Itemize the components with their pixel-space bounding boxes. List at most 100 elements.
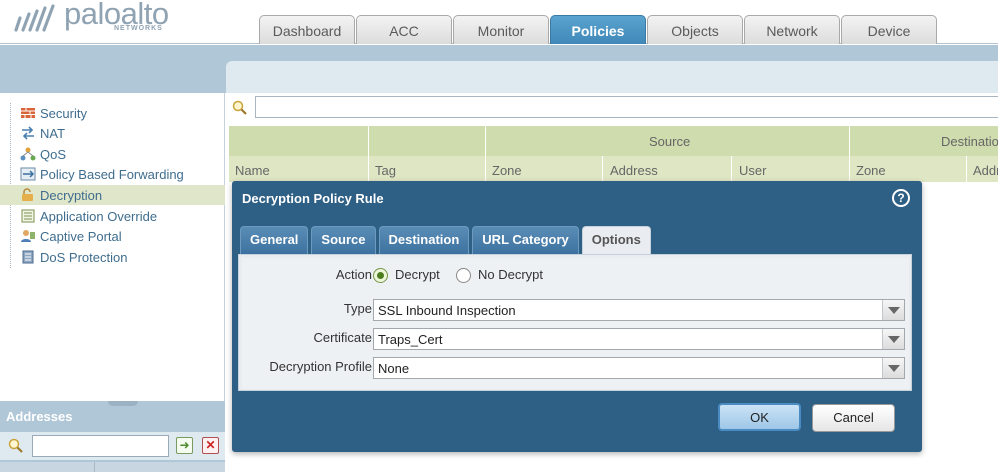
no-decrypt-radio-label: No Decrypt [478, 267, 544, 282]
column-source-zone[interactable]: Zone [492, 163, 522, 178]
sidebar-item-label: Decryption [40, 187, 103, 203]
captive-portal-icon [20, 229, 36, 243]
panel-resize-grip[interactable] [108, 401, 138, 406]
paloalto-logo-icon [14, 4, 55, 32]
column-tag[interactable]: Tag [375, 163, 396, 178]
tab-source[interactable]: Source [311, 226, 376, 254]
sidebar-item-label: Application Override [40, 208, 158, 224]
type-select[interactable]: SSL Inbound Inspection [373, 299, 905, 321]
help-icon[interactable]: ? [892, 189, 910, 207]
tab-device[interactable]: Device [841, 15, 937, 44]
action-label: Action [335, 267, 372, 282]
column-divider [966, 156, 967, 182]
sidebar-item-label: Security [40, 105, 87, 121]
addresses-columns [0, 462, 225, 472]
decryption-profile-label: Decryption Profile [269, 359, 372, 374]
chevron-down-icon[interactable] [882, 358, 904, 378]
decrypt-radio-label: Decrypt [395, 267, 440, 282]
cancel-button[interactable]: Cancel [812, 404, 895, 432]
column-divider [849, 156, 850, 182]
decrypt-radio[interactable] [373, 268, 388, 283]
certificate-select[interactable]: Traps_Cert [373, 328, 905, 350]
column-source-user[interactable]: User [739, 163, 766, 178]
column-divider [731, 156, 732, 182]
sidebar-item-nat[interactable]: NAT [0, 123, 225, 143]
addresses-title: Addresses [6, 409, 73, 424]
qos-icon [20, 147, 36, 161]
nat-icon [20, 126, 36, 140]
tab-url-category[interactable]: URL Category [472, 226, 579, 254]
ok-button[interactable]: OK [718, 403, 801, 431]
brand-sub: NETWORKS [114, 25, 163, 32]
decryption-profile-select[interactable]: None [373, 357, 905, 379]
dialog-title: Decryption Policy Rule [242, 191, 384, 206]
no-decrypt-radio[interactable] [456, 268, 471, 283]
dialog-tabs: General Source Destination URL Category … [240, 226, 654, 254]
tab-dashboard[interactable]: Dashboard [259, 15, 355, 44]
type-select-value: SSL Inbound Inspection [378, 303, 516, 318]
sidebar-item-application-override[interactable]: Application Override [0, 206, 225, 226]
grid-group-header: Source Destinatio [229, 126, 998, 156]
addresses-search-input[interactable] [32, 435, 169, 457]
tab-options[interactable]: Options [581, 226, 651, 254]
sidebar-item-label: NAT [40, 125, 66, 141]
sidebar-item-policy-based-forwarding[interactable]: Policy Based Forwarding [0, 164, 225, 184]
destination-group-header: Destinatio [941, 134, 998, 149]
search-icon [8, 438, 23, 453]
apply-filter-icon[interactable]: ➜ [176, 437, 193, 454]
grid-column-header: Name Tag Zone Address User Zone Addr [229, 156, 998, 182]
column-divider [602, 156, 603, 182]
tab-network[interactable]: Network [744, 15, 840, 44]
column-source-address[interactable]: Address [610, 163, 658, 178]
sidebar-item-label: Policy Based Forwarding [40, 166, 184, 182]
sidebar-item-dos-protection[interactable]: DoS Protection [0, 247, 225, 267]
tab-acc[interactable]: ACC [356, 15, 452, 44]
options-form: Action Decrypt No Decrypt Type SSL Inbou… [242, 258, 909, 389]
search-icon [232, 100, 247, 115]
column-name[interactable]: Name [235, 163, 270, 178]
source-group-header: Source [649, 134, 691, 149]
dos-protection-icon [20, 250, 36, 264]
app-override-icon [20, 209, 36, 223]
addresses-search-row: ➜ ✕ [0, 432, 225, 460]
sidebar-item-label: Captive Portal [40, 228, 122, 244]
tab-monitor[interactable]: Monitor [453, 15, 549, 44]
sidebar-item-qos[interactable]: QoS [0, 144, 225, 164]
sidebar-item-captive-portal[interactable]: Captive Portal [0, 226, 225, 246]
tab-destination[interactable]: Destination [378, 226, 470, 254]
column-destination-zone[interactable]: Zone [856, 163, 886, 178]
security-icon [20, 106, 36, 120]
sidebar-item-decryption[interactable]: Decryption [0, 185, 225, 205]
sidebar-item-security[interactable]: Security [0, 103, 225, 123]
clear-filter-icon[interactable]: ✕ [202, 437, 219, 454]
rules-filter-input[interactable] [255, 96, 998, 118]
sidebar-item-label: DoS Protection [40, 249, 128, 265]
column-divider [849, 126, 850, 156]
type-label: Type [343, 301, 372, 316]
column-divider [485, 126, 486, 156]
tab-objects[interactable]: Objects [647, 15, 743, 44]
chevron-down-icon[interactable] [882, 300, 904, 320]
column-destination-address[interactable]: Addr [973, 163, 998, 178]
decryption-profile-select-value: None [378, 361, 410, 376]
decryption-policy-rule-dialog: Decryption Policy Rule ? General Source … [232, 181, 922, 452]
chevron-down-icon[interactable] [882, 329, 904, 349]
policy-sidebar: Security NAT QoS Policy Based Forwarding… [0, 93, 225, 401]
column-divider [368, 156, 369, 182]
column-divider [485, 156, 486, 182]
certificate-label: Certificate [313, 330, 372, 345]
column-divider [368, 126, 369, 156]
content-header [226, 61, 998, 93]
sidebar-item-label: QoS [40, 146, 67, 162]
rules-filter-bar [228, 93, 998, 123]
top-header: paloalto NETWORKS Dashboard ACC Monitor … [0, 0, 998, 44]
paloalto-logo: paloalto NETWORKS [12, 0, 182, 40]
certificate-select-value: Traps_Cert [378, 332, 443, 347]
options-panel: Action Decrypt No Decrypt Type SSL Inbou… [238, 254, 912, 391]
decryption-icon [20, 188, 36, 202]
tab-policies[interactable]: Policies [550, 15, 646, 44]
tab-general[interactable]: General [240, 226, 309, 254]
column-divider [94, 462, 95, 472]
main-nav-tabs: Dashboard ACC Monitor Policies Objects N… [259, 15, 938, 44]
pbf-icon [20, 167, 36, 181]
